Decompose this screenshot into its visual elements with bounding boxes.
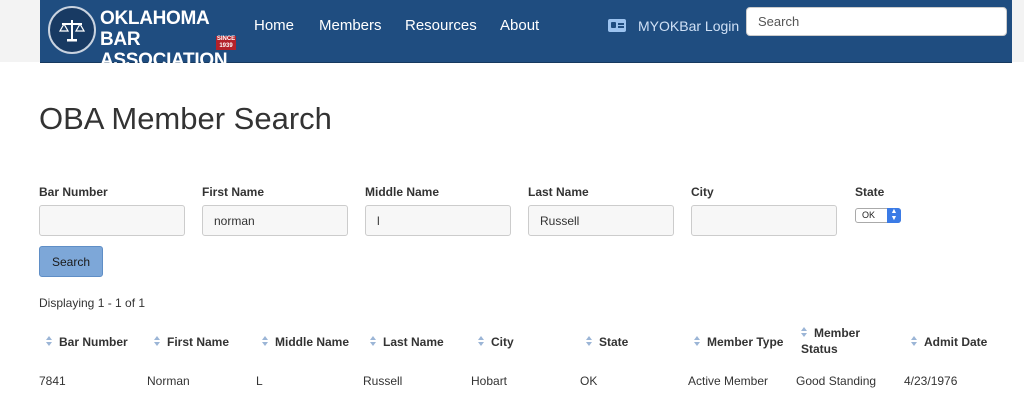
city-input[interactable] (691, 205, 837, 236)
results-summary: Displaying 1 - 1 of 1 (39, 296, 146, 310)
col-header-first-name[interactable]: First Name (154, 334, 229, 350)
select-arrows-icon: ▲ ▼ (887, 208, 901, 223)
logo-since-badge: SINCE 1939 (216, 36, 236, 50)
page-title: OBA Member Search (39, 101, 332, 136)
oba-logo[interactable]: OKLAHOMA BAR ASSOCIATION SINCE 1939 (48, 5, 238, 71)
sort-icon (46, 336, 53, 347)
cell-last-name: Russell (363, 374, 403, 388)
site-navbar: OKLAHOMA BAR ASSOCIATION SINCE 1939 Home… (40, 0, 1012, 71)
bar-number-input[interactable] (39, 205, 185, 236)
site-search-input[interactable] (746, 7, 1007, 36)
bar-number-label: Bar Number (39, 185, 108, 199)
col-header-label: Member Status (801, 326, 861, 356)
col-header-label: Admit Date (924, 335, 988, 349)
sort-icon (478, 336, 485, 347)
col-header-last-name[interactable]: Last Name (370, 334, 444, 350)
cell-member-type: Active Member (688, 374, 769, 388)
col-header-label: Bar Number (59, 335, 128, 349)
col-header-state[interactable]: State (586, 334, 628, 350)
col-header-label: Middle Name (275, 335, 350, 349)
last-name-input[interactable] (528, 205, 674, 236)
sort-icon (586, 336, 593, 347)
scales-of-justice-icon (48, 6, 96, 54)
cell-city: Hobart (471, 374, 508, 388)
middle-name-input[interactable] (365, 205, 511, 236)
state-select[interactable]: OK ▲ ▼ (855, 208, 901, 223)
last-name-label: Last Name (528, 185, 589, 199)
logo-line-2: ASSOCIATION (100, 50, 228, 71)
nav-about[interactable]: About (500, 17, 539, 35)
cell-first-name: Norman (147, 374, 190, 388)
col-header-city[interactable]: City (478, 334, 514, 350)
col-header-label: First Name (167, 335, 230, 349)
cell-state: OK (580, 374, 598, 388)
col-header-middle-name[interactable]: Middle Name (262, 334, 349, 350)
cell-middle-name: L (256, 374, 263, 388)
col-header-admit-date[interactable]: Admit Date (911, 334, 987, 350)
sort-icon (154, 336, 161, 347)
login-label: MYOKBar Login (638, 18, 740, 34)
cell-admit-date: 4/23/1976 (904, 374, 958, 388)
first-name-label: First Name (202, 185, 265, 199)
sort-icon (801, 327, 808, 338)
col-header-member-type[interactable]: Member Type (694, 334, 783, 350)
nav-home[interactable]: Home (254, 17, 294, 35)
state-selected-value: OK (862, 210, 876, 220)
col-header-member-status[interactable]: Member Status (801, 325, 881, 357)
col-header-label: Last Name (383, 335, 444, 349)
nav-members[interactable]: Members (319, 17, 382, 35)
cell-bar-number: 7841 (39, 374, 66, 388)
sort-icon (911, 336, 918, 347)
middle-name-label: Middle Name (365, 185, 440, 199)
nav-resources[interactable]: Resources (405, 17, 477, 35)
sort-icon (370, 336, 377, 347)
col-header-label: State (599, 335, 629, 349)
cell-member-status: Good Standing (796, 374, 877, 388)
city-label: City (691, 185, 714, 199)
first-name-input[interactable] (202, 205, 348, 236)
id-card-icon (608, 19, 626, 32)
sort-icon (694, 336, 701, 347)
col-header-bar-number[interactable]: Bar Number (46, 334, 128, 350)
col-header-label: Member Type (707, 335, 784, 349)
search-button[interactable]: Search (39, 246, 103, 277)
state-label: State (855, 185, 885, 199)
col-header-label: City (491, 335, 514, 349)
sort-icon (262, 336, 269, 347)
